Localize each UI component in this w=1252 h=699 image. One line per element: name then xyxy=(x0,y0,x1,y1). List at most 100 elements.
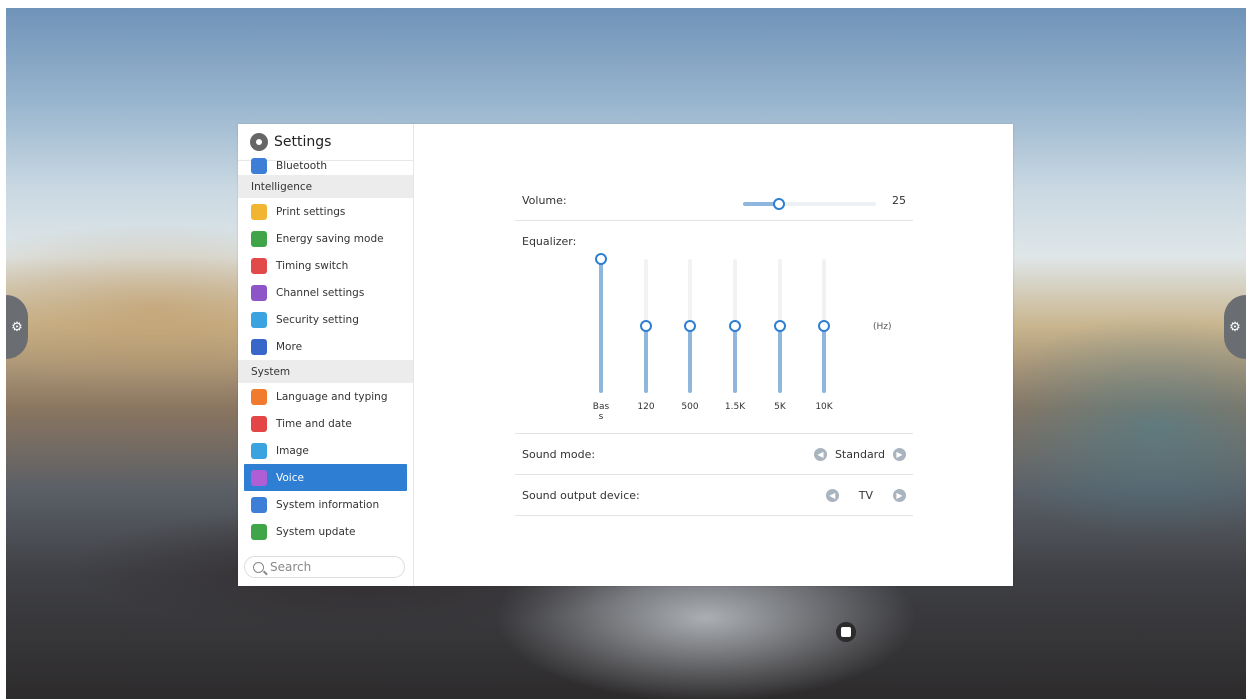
sidebar-item-timing-switch[interactable]: Timing switch xyxy=(238,252,413,279)
sidebar-item-channel-settings[interactable]: Channel settings xyxy=(238,279,413,306)
sidebar-item-label: Energy saving mode xyxy=(276,232,384,245)
sound-output-label: Sound output device: xyxy=(522,488,640,502)
equalizer-band-label: 1.5K xyxy=(724,402,746,412)
equalizer-band-handle[interactable] xyxy=(818,320,830,332)
equalizer-band-label: 120 xyxy=(637,402,655,412)
sidebar-header: Settings xyxy=(238,124,413,161)
sidebar-item-label: Language and typing xyxy=(276,390,388,403)
equalizer-unit: (Hz) xyxy=(873,322,892,332)
equalizer-band-fill xyxy=(733,326,737,393)
search-input[interactable]: Search xyxy=(244,556,405,578)
next-arrow-icon[interactable]: ▶ xyxy=(893,488,906,502)
image-icon xyxy=(251,442,267,459)
printer-icon xyxy=(251,203,267,220)
sidebar-item-label: Security setting xyxy=(276,313,359,326)
sidebar-item-label: Bluetooth xyxy=(276,160,327,172)
volume-row: Volume: 25 xyxy=(515,180,913,221)
voice-settings-panel: Volume: 25 Equalizer: (Hz) Bas s 120 500 1.… xyxy=(515,180,913,516)
sound-output-value: TV xyxy=(858,488,873,502)
equalizer-band-slider[interactable] xyxy=(818,259,830,393)
calendar-icon xyxy=(251,415,267,432)
equalizer-band-slider[interactable] xyxy=(729,259,741,393)
equalizer-band-label: 500 xyxy=(681,402,699,412)
sidebar-item-image[interactable]: Image xyxy=(238,437,413,464)
clock-icon xyxy=(251,257,267,274)
equalizer-band-handle[interactable] xyxy=(774,320,786,332)
sidebar-menu: Bluetooth Intelligence Print settings Energ… xyxy=(238,158,413,545)
settings-gear-icon xyxy=(250,133,268,151)
equalizer-band-handle[interactable] xyxy=(729,320,741,332)
sidebar-item-more[interactable]: More xyxy=(238,333,413,360)
volume-slider[interactable] xyxy=(743,198,876,210)
settings-window: Settings Bluetooth Intelligence Print sett… xyxy=(238,124,1013,586)
volume-value: 25 xyxy=(892,193,906,207)
equalizer-band-label: 10K xyxy=(815,402,833,412)
sidebar-item-label: Channel settings xyxy=(276,286,365,299)
square-icon xyxy=(841,627,851,637)
search-placeholder: Search xyxy=(270,560,312,574)
sidebar-item-system-information[interactable]: System information xyxy=(238,491,413,518)
home-button[interactable] xyxy=(836,622,856,642)
sound-mode-value: Standard xyxy=(834,447,885,461)
leaf-icon xyxy=(251,230,267,247)
equalizer-band-label: 5K xyxy=(774,402,786,412)
info-icon xyxy=(251,496,267,513)
shield-icon xyxy=(251,311,267,328)
volume-label: Volume: xyxy=(522,193,567,207)
equalizer-band-handle[interactable] xyxy=(684,320,696,332)
volume-slider-handle[interactable] xyxy=(772,198,785,210)
equalizer-band-fill xyxy=(644,326,648,393)
update-arrow-icon xyxy=(251,523,267,540)
gear-icon: ⚙ xyxy=(1229,319,1241,335)
sidebar-item-time-and-date[interactable]: Time and date xyxy=(238,410,413,437)
sound-output-selector: ◀ TV ▶ xyxy=(825,488,906,502)
sidebar-item-security-setting[interactable]: Security setting xyxy=(238,306,413,333)
equalizer-band-label: Bas s xyxy=(592,402,610,422)
equalizer-band-slider[interactable] xyxy=(774,259,786,393)
sidebar-item-label: System update xyxy=(276,525,356,538)
more-icon xyxy=(251,338,267,355)
equalizer-band-fill xyxy=(688,326,692,393)
equalizer-band-handle[interactable] xyxy=(595,253,607,265)
equalizer-label: Equalizer: xyxy=(522,235,577,248)
sound-mode-label: Sound mode: xyxy=(522,447,596,461)
sidebar-item-print-settings[interactable]: Print settings xyxy=(238,198,413,225)
equalizer-band-fill xyxy=(599,259,603,393)
sidebar-title: Settings xyxy=(274,134,332,150)
equalizer-band-slider[interactable] xyxy=(595,253,607,393)
sidebar-item-label: Time and date xyxy=(276,417,352,430)
sidebar-item-energy-saving-mode[interactable]: Energy saving mode xyxy=(238,225,413,252)
sound-output-row: Sound output device: ◀ TV ▶ xyxy=(515,475,913,516)
right-side-settings-tab[interactable]: ⚙ xyxy=(1224,295,1246,359)
bluetooth-icon xyxy=(251,158,267,174)
equalizer-band-slider[interactable] xyxy=(640,259,652,393)
equalizer-band-fill xyxy=(822,326,826,393)
sidebar-item-label: More xyxy=(276,340,303,353)
sidebar-item-label: Print settings xyxy=(276,205,346,218)
sidebar-item-label: Image xyxy=(276,444,309,457)
previous-arrow-icon[interactable]: ◀ xyxy=(825,488,839,502)
sidebar-item-label: Timing switch xyxy=(276,259,349,272)
sidebar-item-system-update[interactable]: System update xyxy=(238,518,413,545)
previous-arrow-icon[interactable]: ◀ xyxy=(813,447,827,461)
speaker-icon xyxy=(251,469,267,486)
sidebar-section-intelligence: Intelligence xyxy=(238,175,413,198)
search-icon xyxy=(253,561,264,573)
equalizer-band-handle[interactable] xyxy=(640,320,652,332)
sidebar-item-label: System information xyxy=(276,498,380,511)
sound-mode-selector: ◀ Standard ▶ xyxy=(813,447,906,461)
next-arrow-icon[interactable]: ▶ xyxy=(893,447,906,461)
sidebar-section-system: System xyxy=(238,360,413,383)
keyboard-icon xyxy=(251,388,267,405)
equalizer: Equalizer: (Hz) Bas s 120 500 1.5K 5K 10K xyxy=(515,221,913,434)
gear-icon: ⚙ xyxy=(11,319,23,335)
settings-sidebar: Settings Bluetooth Intelligence Print sett… xyxy=(238,124,414,586)
equalizer-band-slider[interactable] xyxy=(684,259,696,393)
equalizer-band-fill xyxy=(778,326,782,393)
sidebar-item-label: Voice xyxy=(276,471,304,484)
sidebar-item-voice[interactable]: Voice xyxy=(244,464,407,491)
sidebar-item-language-and-typing[interactable]: Language and typing xyxy=(238,383,413,410)
sound-mode-row: Sound mode: ◀ Standard ▶ xyxy=(515,434,913,475)
sidebar-item-bluetooth[interactable]: Bluetooth xyxy=(238,157,413,175)
monitor-icon xyxy=(251,284,267,301)
